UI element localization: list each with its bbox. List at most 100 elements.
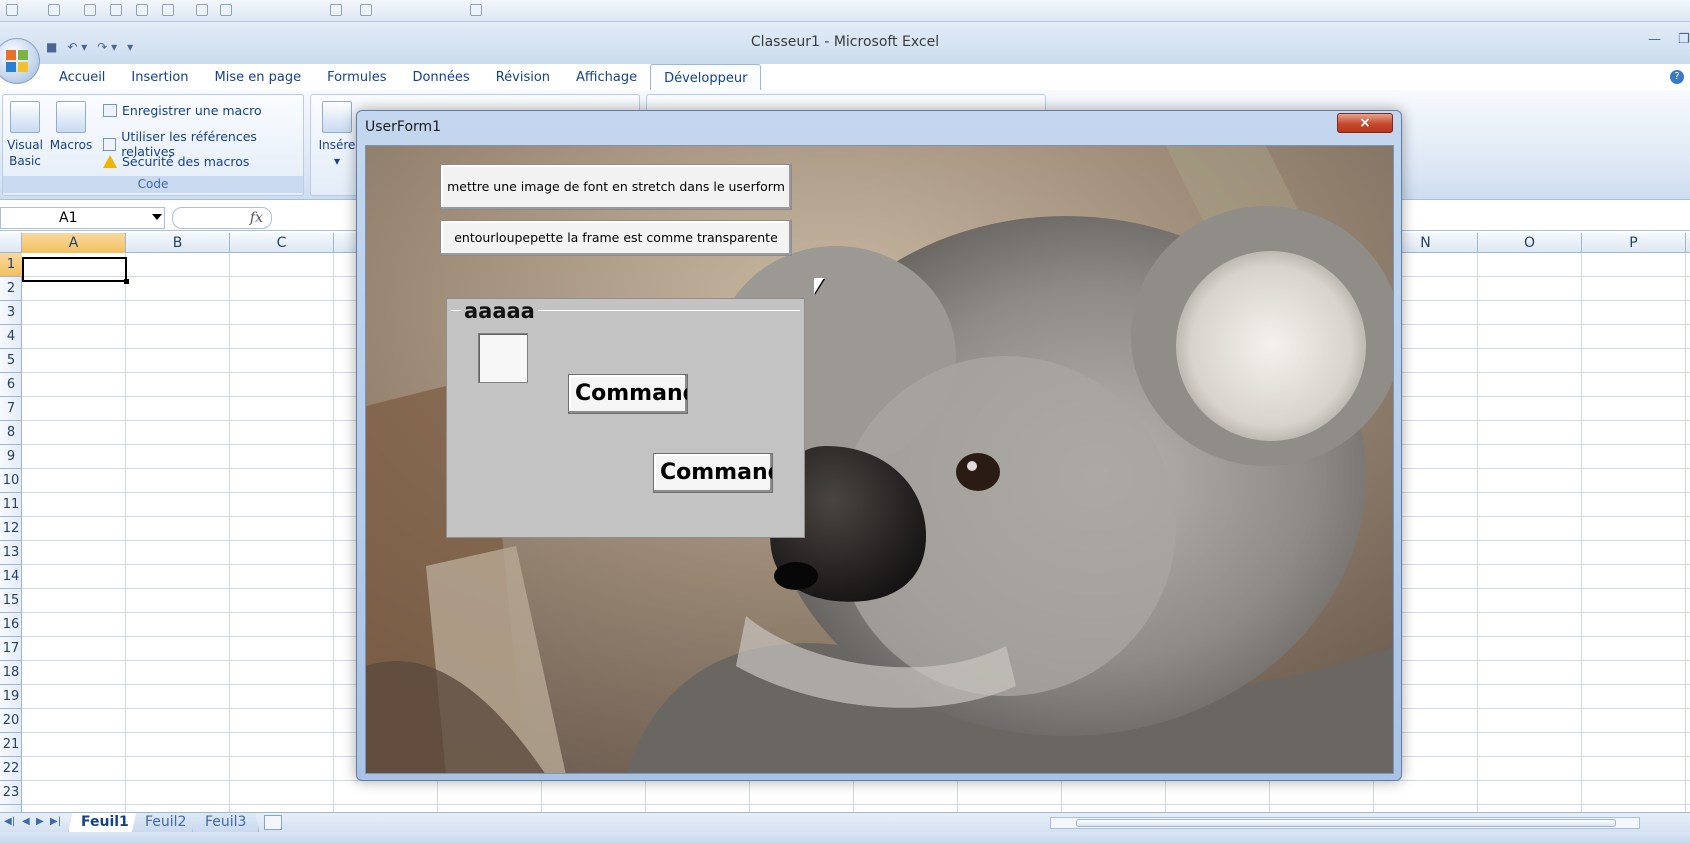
userform-dialog[interactable]: UserForm1 × mettre une image de font en … xyxy=(356,110,1402,781)
sheet-tab-feuil2[interactable]: Feuil2 xyxy=(132,813,200,833)
row-header-22[interactable]: 22 xyxy=(0,757,22,781)
visual-basic-label-2: Basic xyxy=(9,154,41,168)
row-header-21[interactable]: 21 xyxy=(0,733,22,757)
insert-control-button[interactable]: Insére ▾ xyxy=(313,101,361,169)
row-header-17[interactable]: 17 xyxy=(0,637,22,661)
find-icon[interactable] xyxy=(162,4,174,16)
cut-icon[interactable] xyxy=(84,4,96,16)
warning-icon xyxy=(103,155,117,168)
row-header-19[interactable]: 19 xyxy=(0,685,22,709)
fill-handle[interactable] xyxy=(124,279,129,284)
tab-formules[interactable]: Formules xyxy=(314,64,399,90)
status-bar xyxy=(0,832,1690,844)
copy-icon[interactable] xyxy=(110,4,122,16)
office-logo-icon xyxy=(6,50,28,72)
help-icon[interactable]: ? xyxy=(1670,70,1684,84)
row-header-5[interactable]: 5 xyxy=(0,349,22,373)
row-header-15[interactable]: 15 xyxy=(0,589,22,613)
row-header-20[interactable]: 20 xyxy=(0,709,22,733)
command-button-1[interactable]: CommandButton1 xyxy=(568,374,688,414)
row-header-12[interactable]: 12 xyxy=(0,517,22,541)
row-headers: 1 2 3 4 5 6 7 8 9 10 11 12 13 14 15 16 17 18 19 20 21 22 23 xyxy=(0,253,22,813)
insert-control-label: Insére xyxy=(318,138,356,152)
first-sheet-icon[interactable]: ◀| xyxy=(4,816,15,827)
macros-icon xyxy=(56,101,86,133)
transparent-frame-button[interactable]: entourloupepette la frame est comme tran… xyxy=(440,220,792,256)
active-cell-a1[interactable] xyxy=(22,257,127,282)
last-sheet-icon[interactable]: ▶| xyxy=(50,816,61,827)
undo-icon[interactable] xyxy=(196,4,208,16)
tab-donnees[interactable]: Données xyxy=(399,64,482,90)
column-header-a[interactable]: A xyxy=(22,233,126,253)
column-header-c[interactable]: C xyxy=(230,233,334,253)
save-icon[interactable] xyxy=(48,4,60,16)
relative-references-icon xyxy=(103,137,117,151)
name-box-dropdown-icon[interactable] xyxy=(152,214,162,220)
window-title: Classeur1 - Microsoft Excel xyxy=(750,34,940,50)
row-header-10[interactable]: 10 xyxy=(0,469,22,493)
tab-insertion[interactable]: Insertion xyxy=(118,64,201,90)
row-header-2[interactable]: 2 xyxy=(0,277,22,301)
row-header-23[interactable]: 23 xyxy=(0,781,22,805)
ribbon-tabs: Accueil Insertion Mise en page Formules Donn… xyxy=(46,64,762,90)
horizontal-scrollbar[interactable] xyxy=(1050,817,1640,829)
record-macro-label: Enregistrer une macro xyxy=(122,103,262,118)
row-header-1[interactable]: 1 xyxy=(0,253,22,277)
row-header-8[interactable]: 8 xyxy=(0,421,22,445)
design-mode-icon[interactable] xyxy=(330,4,342,16)
minimize-icon[interactable]: — xyxy=(1648,32,1661,50)
sheet-tab-feuil3[interactable]: Feuil3 xyxy=(192,813,260,833)
stretch-image-button[interactable]: mettre une image de font en stretch dans… xyxy=(440,164,792,210)
macro-security-label: Sécurité des macros xyxy=(122,154,250,169)
select-all-corner[interactable] xyxy=(0,233,22,253)
visual-basic-button[interactable]: Visual Basic xyxy=(3,101,47,169)
office-button[interactable] xyxy=(0,38,40,84)
row-header-16[interactable]: 16 xyxy=(0,613,22,637)
mouse-cursor-icon xyxy=(814,278,824,294)
redo-icon[interactable] xyxy=(220,4,232,16)
row-header-14[interactable]: 14 xyxy=(0,565,22,589)
command-button-2[interactable]: CommandButton2 xyxy=(653,453,773,493)
tab-mise-en-page[interactable]: Mise en page xyxy=(202,64,315,90)
tab-accueil[interactable]: Accueil xyxy=(46,64,118,90)
row-header-7[interactable]: 7 xyxy=(0,397,22,421)
insert-sheet-icon[interactable] xyxy=(264,815,282,830)
column-header-b[interactable]: B xyxy=(126,233,230,253)
userform-title: UserForm1 xyxy=(365,119,442,135)
insert-function-button[interactable]: fx xyxy=(172,207,272,229)
paste-icon[interactable] xyxy=(136,4,148,16)
record-macro-button[interactable]: Enregistrer une macro xyxy=(103,103,262,118)
close-button[interactable]: × xyxy=(1337,113,1393,133)
tab-developpeur[interactable]: Développeur xyxy=(650,64,762,90)
column-header-p[interactable]: P xyxy=(1582,233,1686,253)
tab-affichage[interactable]: Affichage xyxy=(563,64,650,90)
top-toolbar-strip xyxy=(0,0,1690,22)
toolbox-icon xyxy=(322,101,352,133)
row-header-13[interactable]: 13 xyxy=(0,541,22,565)
column-header-o[interactable]: O xyxy=(1478,233,1582,253)
prev-sheet-icon[interactable]: ◀ xyxy=(22,816,30,827)
restore-icon[interactable]: ❐ xyxy=(1678,32,1690,50)
code-group-label: Code xyxy=(3,176,303,193)
tab-revision[interactable]: Révision xyxy=(483,64,563,90)
name-box[interactable]: A1 xyxy=(0,207,165,229)
row-header-9[interactable]: 9 xyxy=(0,445,22,469)
macros-button[interactable]: Macros xyxy=(49,101,93,153)
userform-client-area: mettre une image de font en stretch dans… xyxy=(365,145,1394,774)
frame-aaaaa: aaaaa CommandButton1 CommandButton2 xyxy=(446,298,805,538)
help-small-icon[interactable] xyxy=(470,4,482,16)
row-header-6[interactable]: 6 xyxy=(0,373,22,397)
row-header-18[interactable]: 18 xyxy=(0,661,22,685)
row-header-3[interactable]: 3 xyxy=(0,301,22,325)
row-header-4[interactable]: 4 xyxy=(0,325,22,349)
insert-dropdown-icon: ▾ xyxy=(333,154,341,168)
checkbox[interactable] xyxy=(478,333,528,383)
excel-icon[interactable] xyxy=(6,4,18,16)
vba-icon[interactable] xyxy=(360,4,372,16)
sheet-tab-feuil1[interactable]: Feuil1 xyxy=(68,813,142,833)
frame-caption: aaaaa xyxy=(461,299,538,323)
macro-security-button[interactable]: Sécurité des macros xyxy=(103,154,249,169)
next-sheet-icon[interactable]: ▶ xyxy=(36,816,44,827)
row-header-11[interactable]: 11 xyxy=(0,493,22,517)
horizontal-scroll-thumb[interactable] xyxy=(1076,819,1616,827)
